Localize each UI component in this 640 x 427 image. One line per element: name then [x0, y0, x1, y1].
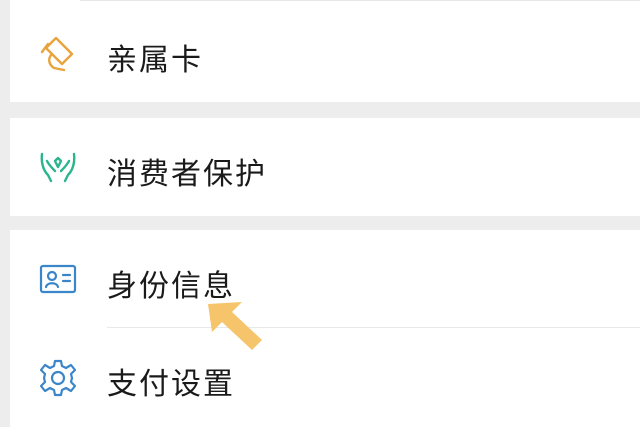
pointer-arrow-icon [208, 302, 262, 350]
payment-settings-label: 支付设置 [107, 367, 235, 402]
menu-item-family-card[interactable]: 亲属卡 [10, 0, 640, 102]
menu-item-payment-settings[interactable]: 支付设置 [10, 330, 640, 427]
section-identity-payment: 身份信息 支付设置 [10, 230, 640, 427]
id-card-icon [39, 264, 77, 294]
menu-item-identity-info[interactable]: 身份信息 [10, 230, 640, 327]
gear-icon [39, 359, 77, 397]
settings-screen: 亲属卡 消费者保护 身份信息 支付设置 [0, 0, 640, 427]
family-card-label: 亲属卡 [107, 43, 203, 78]
consumer-protection-label: 消费者保护 [107, 157, 267, 192]
section-consumer-protection: 消费者保护 [10, 118, 640, 216]
section-family-card: 亲属卡 [10, 0, 640, 102]
menu-item-consumer-protection[interactable]: 消费者保护 [10, 118, 640, 216]
row-divider [107, 327, 640, 328]
protection-hands-icon [40, 152, 76, 183]
family-card-icon [40, 36, 74, 72]
